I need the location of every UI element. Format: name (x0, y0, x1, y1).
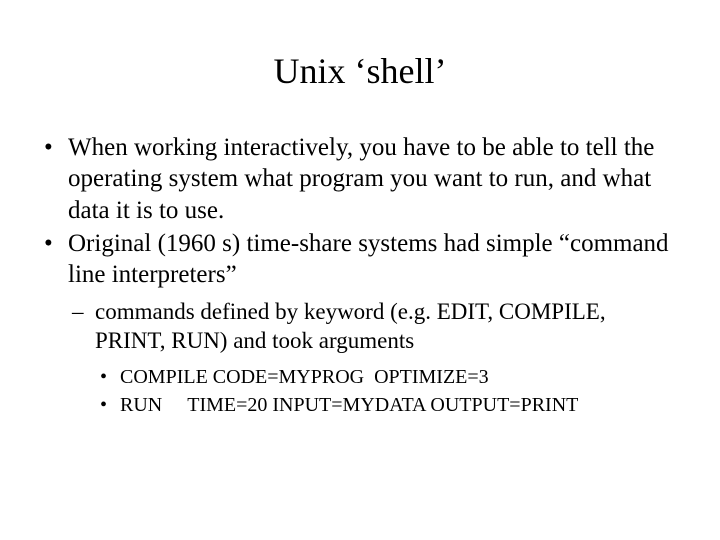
sub-sub-bullet-list: COMPILE CODE=MYPROG OPTIMIZE=3 RUN TIME=… (40, 364, 680, 418)
bullet-item: When working interactively, you have to … (40, 132, 680, 226)
sub-sub-bullet-item: RUN TIME=20 INPUT=MYDATA OUTPUT=PRINT (40, 392, 680, 418)
bullet-list: When working interactively, you have to … (40, 132, 680, 290)
bullet-item: Original (1960 s) time-share systems had… (40, 228, 680, 291)
sub-bullet-item: commands defined by keyword (e.g. EDIT, … (40, 298, 680, 356)
sub-sub-bullet-item: COMPILE CODE=MYPROG OPTIMIZE=3 (40, 364, 680, 390)
slide-title: Unix ‘shell’ (40, 50, 680, 92)
sub-bullet-list: commands defined by keyword (e.g. EDIT, … (40, 298, 680, 356)
